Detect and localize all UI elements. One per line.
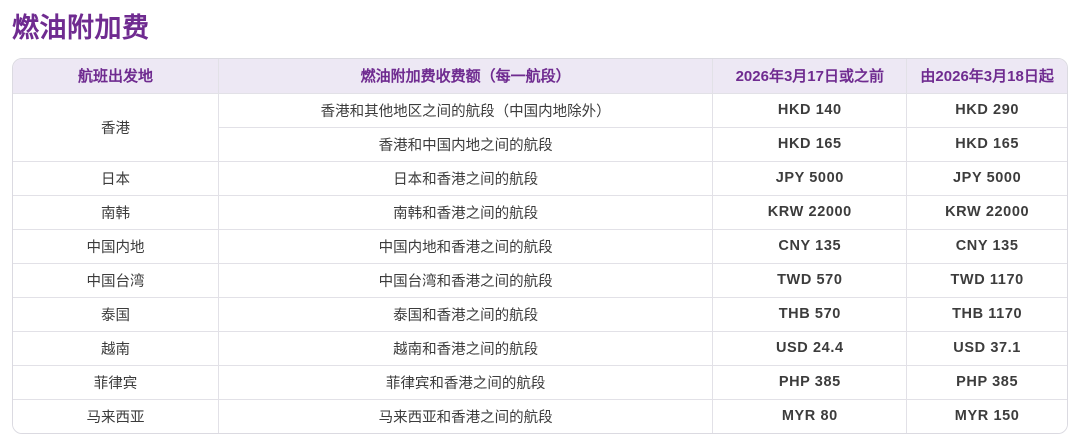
- price-after-cell: THB 1170: [907, 297, 1067, 331]
- table-row: 马来西亚马来西亚和香港之间的航段MYR 80MYR 150: [13, 399, 1067, 433]
- origin-cell: 越南: [13, 331, 219, 365]
- price-after-cell: HKD 290: [907, 93, 1067, 127]
- table-row: 越南越南和香港之间的航段USD 24.4USD 37.1: [13, 331, 1067, 365]
- segment-cell: 马来西亚和香港之间的航段: [219, 399, 713, 433]
- price-before-cell: HKD 165: [713, 127, 907, 161]
- origin-cell: 日本: [13, 161, 219, 195]
- price-after-cell: KRW 22000: [907, 195, 1067, 229]
- segment-cell: 泰国和香港之间的航段: [219, 297, 713, 331]
- table-body: 香港香港和其他地区之间的航段（中国内地除外）HKD 140HKD 290香港和中…: [13, 93, 1067, 433]
- fuel-surcharge-table: 航班出发地燃油附加费收费额（每一航段）2026年3月17日或之前由2026年3月…: [13, 59, 1067, 433]
- segment-cell: 中国内地和香港之间的航段: [219, 229, 713, 263]
- column-header-3: 由2026年3月18日起: [907, 59, 1067, 93]
- segment-cell: 香港和中国内地之间的航段: [219, 127, 713, 161]
- table-row: 香港香港和其他地区之间的航段（中国内地除外）HKD 140HKD 290: [13, 93, 1067, 127]
- segment-cell: 南韩和香港之间的航段: [219, 195, 713, 229]
- column-header-2: 2026年3月17日或之前: [713, 59, 907, 93]
- price-before-cell: MYR 80: [713, 399, 907, 433]
- price-after-cell: CNY 135: [907, 229, 1067, 263]
- column-header-1: 燃油附加费收费额（每一航段）: [219, 59, 713, 93]
- segment-cell: 中国台湾和香港之间的航段: [219, 263, 713, 297]
- price-after-cell: JPY 5000: [907, 161, 1067, 195]
- price-after-cell: TWD 1170: [907, 263, 1067, 297]
- origin-cell: 泰国: [13, 297, 219, 331]
- origin-cell: 中国台湾: [13, 263, 219, 297]
- price-after-cell: USD 37.1: [907, 331, 1067, 365]
- price-before-cell: PHP 385: [713, 365, 907, 399]
- price-before-cell: TWD 570: [713, 263, 907, 297]
- table-row: 中国内地中国内地和香港之间的航段CNY 135CNY 135: [13, 229, 1067, 263]
- origin-cell: 南韩: [13, 195, 219, 229]
- page-title: 燃油附加费: [0, 0, 1080, 45]
- segment-cell: 菲律宾和香港之间的航段: [219, 365, 713, 399]
- fuel-surcharge-table-container: 航班出发地燃油附加费收费额（每一航段）2026年3月17日或之前由2026年3月…: [12, 58, 1068, 434]
- price-before-cell: JPY 5000: [713, 161, 907, 195]
- price-after-cell: HKD 165: [907, 127, 1067, 161]
- price-before-cell: HKD 140: [713, 93, 907, 127]
- header-row: 航班出发地燃油附加费收费额（每一航段）2026年3月17日或之前由2026年3月…: [13, 59, 1067, 93]
- table-row: 南韩南韩和香港之间的航段KRW 22000KRW 22000: [13, 195, 1067, 229]
- price-before-cell: CNY 135: [713, 229, 907, 263]
- table-row: 泰国泰国和香港之间的航段THB 570THB 1170: [13, 297, 1067, 331]
- table-header: 航班出发地燃油附加费收费额（每一航段）2026年3月17日或之前由2026年3月…: [13, 59, 1067, 93]
- segment-cell: 香港和其他地区之间的航段（中国内地除外）: [219, 93, 713, 127]
- segment-cell: 越南和香港之间的航段: [219, 331, 713, 365]
- price-before-cell: USD 24.4: [713, 331, 907, 365]
- origin-cell: 中国内地: [13, 229, 219, 263]
- origin-cell: 马来西亚: [13, 399, 219, 433]
- origin-cell: 香港: [13, 93, 219, 161]
- table-row: 中国台湾中国台湾和香港之间的航段TWD 570TWD 1170: [13, 263, 1067, 297]
- column-header-0: 航班出发地: [13, 59, 219, 93]
- price-before-cell: KRW 22000: [713, 195, 907, 229]
- price-before-cell: THB 570: [713, 297, 907, 331]
- table-row: 菲律宾菲律宾和香港之间的航段PHP 385PHP 385: [13, 365, 1067, 399]
- segment-cell: 日本和香港之间的航段: [219, 161, 713, 195]
- table-row: 日本日本和香港之间的航段JPY 5000JPY 5000: [13, 161, 1067, 195]
- origin-cell: 菲律宾: [13, 365, 219, 399]
- price-after-cell: PHP 385: [907, 365, 1067, 399]
- price-after-cell: MYR 150: [907, 399, 1067, 433]
